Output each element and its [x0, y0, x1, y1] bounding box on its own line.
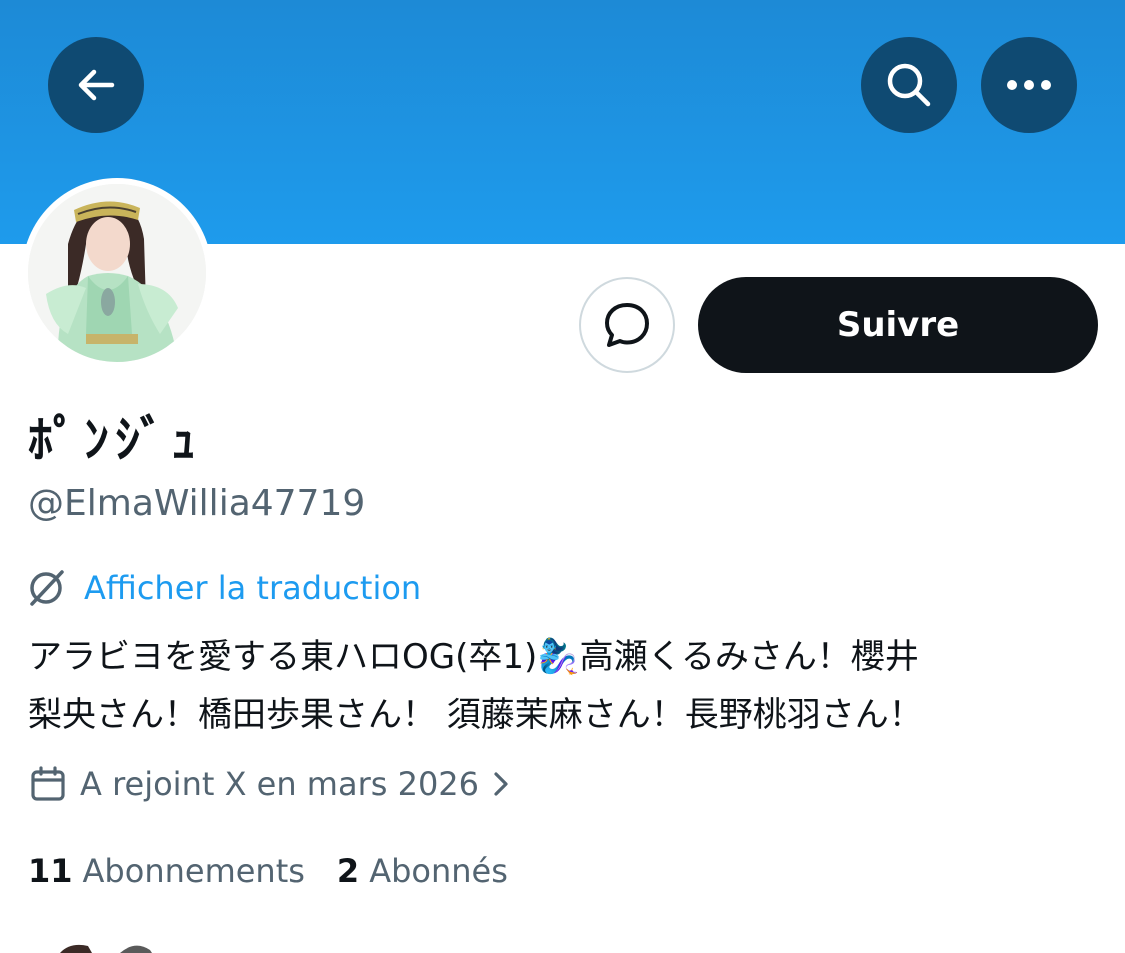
bio-line: アラビヨを愛する東ハロOG(卒1)🧞‍♀️高瀬くるみさん！櫻井 [28, 637, 919, 677]
follow-stats: 11 Abonnements 2 Abonnés [28, 852, 540, 890]
followers-link[interactable]: 2 Abonnés [337, 852, 508, 890]
profile-bio: アラビヨを愛する東ハロOG(卒1)🧞‍♀️高瀬くるみさん！櫻井 梨央さん！橋田歩… [28, 628, 1098, 744]
following-link[interactable]: 11 Abonnements [28, 852, 305, 890]
following-label: Abonnements [82, 852, 305, 890]
search-button[interactable] [861, 37, 957, 133]
message-bubble-icon [605, 303, 649, 347]
bio-line: 梨央さん！橋田歩果さん！ 須藤茉麻さん！長野桃羽さん！ [28, 695, 923, 735]
calendar-icon [28, 764, 68, 804]
message-button[interactable] [579, 277, 675, 373]
more-options-button[interactable] [981, 37, 1077, 133]
follow-button[interactable]: Suivre [698, 277, 1098, 373]
chevron-right-icon [491, 770, 511, 798]
translate-label[interactable]: Afficher la traduction [84, 569, 421, 607]
joined-text: A rejoint X en mars 2026 [80, 765, 480, 803]
search-icon [887, 63, 931, 107]
back-button[interactable] [48, 37, 144, 133]
translate-bio-link[interactable]: Afficher la traduction [26, 568, 421, 608]
user-handle: @ElmaWillia47719 [28, 483, 366, 524]
arrow-left-icon [78, 69, 115, 101]
followed-by-avatars [60, 944, 152, 953]
joined-date[interactable]: A rejoint X en mars 2026 [28, 764, 511, 804]
display-name: ﾎﾟﾝｼﾞｭ [28, 411, 202, 469]
more-horizontal-icon [1007, 80, 1051, 90]
translate-icon [26, 568, 66, 608]
avatar[interactable] [22, 178, 212, 368]
following-count: 11 [28, 852, 73, 890]
followers-count: 2 [336, 852, 360, 890]
followers-label: Abonnés [369, 852, 508, 890]
avatar-image [28, 184, 206, 362]
